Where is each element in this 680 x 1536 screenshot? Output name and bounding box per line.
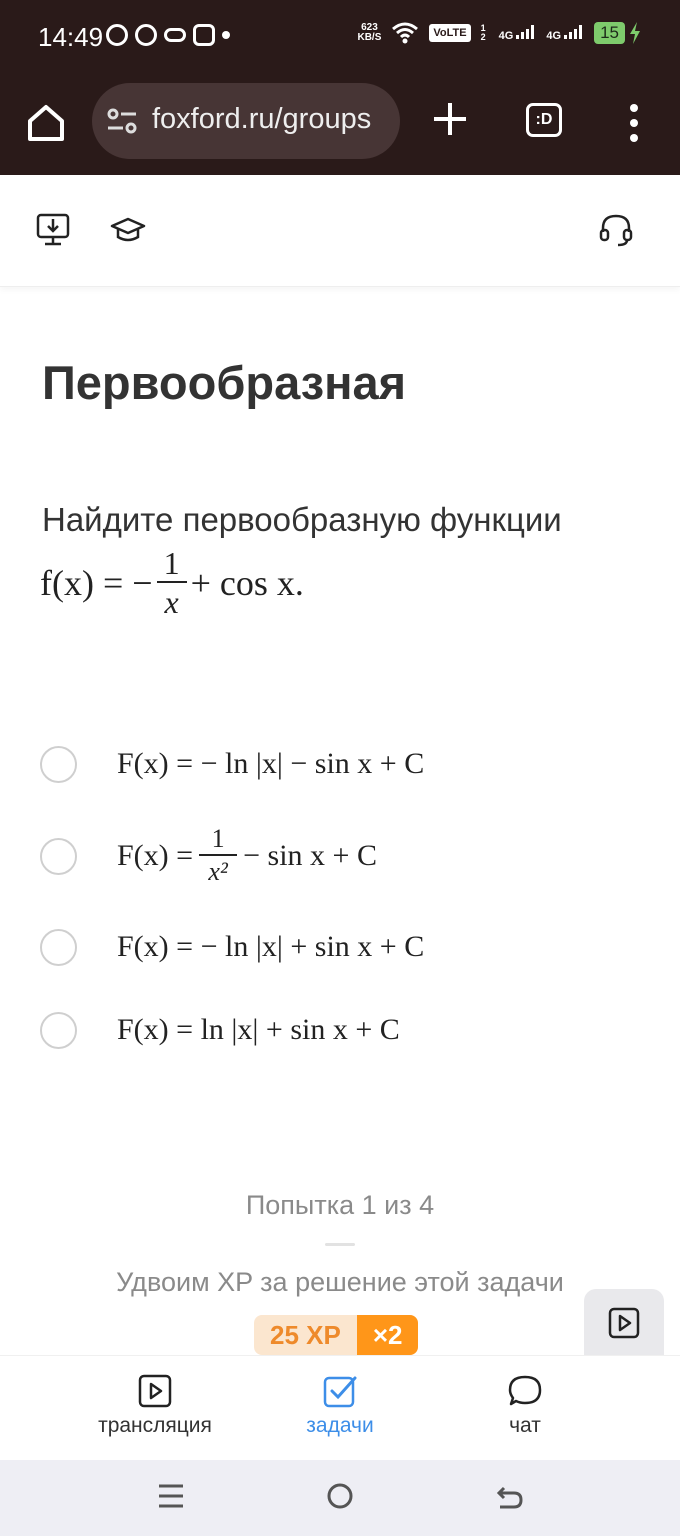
home-icon[interactable] (24, 101, 68, 145)
attempt-counter: Попытка 1 из 4 (245, 1190, 435, 1220)
answer-option-4[interactable]: F(x) = ln |x| + sin x + C (40, 1000, 640, 1060)
download-monitor-icon[interactable] (35, 212, 71, 248)
radio-button[interactable] (40, 928, 77, 966)
site-settings-icon[interactable] (106, 107, 138, 135)
answer-formula: F(x) = 1 x² − sin x + C (117, 824, 377, 888)
whatsapp-icon (106, 24, 128, 46)
nav-label: задачи (306, 1414, 374, 1437)
check-square-icon (323, 1376, 357, 1408)
xp-value: 25 XP (254, 1315, 357, 1355)
formula-fraction: 1 x (156, 545, 187, 621)
nav-label: чат (509, 1414, 541, 1437)
recent-apps-icon[interactable] (157, 1482, 185, 1510)
xp-bonus-text: Удвоим XP за решение этой задачи (116, 1267, 564, 1297)
app-notification-icon (193, 24, 215, 46)
xp-badge: 25 XP ×2 (254, 1315, 419, 1355)
radio-button[interactable] (40, 1011, 77, 1049)
signal-sim1-icon: 4G (499, 24, 537, 42)
answer-formula: F(x) = ln |x| + sin x + C (117, 1013, 400, 1046)
graduation-cap-icon[interactable] (110, 212, 146, 248)
question-text: Найдите первообразную функции (42, 501, 562, 538)
page-title: Первообразная (42, 356, 407, 409)
tab-switcher-button[interactable]: :D (526, 103, 562, 137)
system-navigation-bar (0, 1460, 680, 1536)
battery-icon: 15 (594, 22, 642, 44)
wifi-icon (392, 22, 419, 44)
chat-bubble-icon (508, 1375, 542, 1406)
address-bar[interactable]: foxford.ru/groups (92, 83, 400, 159)
net-speed: 623 KB/S (357, 22, 382, 43)
volte-badge: VoLTE (429, 24, 471, 42)
play-square-icon (138, 1374, 172, 1408)
status-icons: 623 KB/S VoLTE 1 2 4G 4G 15 (357, 22, 642, 44)
drag-handle[interactable] (325, 1243, 355, 1246)
back-icon[interactable] (496, 1482, 524, 1510)
answer-formula: F(x) = − ln |x| + sin x + C (117, 930, 425, 963)
charging-bolt-icon (630, 22, 640, 44)
url-text: foxford.ru/groups (152, 103, 372, 135)
nav-label: трансляция (98, 1414, 212, 1437)
home-circle-icon[interactable] (326, 1482, 354, 1510)
nav-item-broadcast[interactable]: трансляция (75, 1374, 235, 1438)
play-square-icon (608, 1307, 640, 1339)
notification-icons (106, 24, 230, 46)
answer-option-3[interactable]: F(x) = − ln |x| + sin x + C (40, 917, 640, 977)
app-notification-icon (135, 24, 157, 46)
nav-item-tasks[interactable]: задачи (260, 1374, 420, 1438)
signal-bars-icon (516, 24, 535, 39)
answer-option-2[interactable]: F(x) = 1 x² − sin x + C (40, 821, 640, 891)
signal-bars-icon (564, 24, 583, 39)
nav-item-chat[interactable]: чат (445, 1374, 605, 1438)
radio-button[interactable] (40, 837, 77, 875)
new-tab-icon[interactable] (430, 99, 470, 139)
formula-fraction: 1 x² (199, 824, 238, 888)
question-formula: f(x) = − 1 x + cos x. (40, 545, 304, 621)
app-notification-icon (164, 28, 186, 42)
task-content: Первообразная Найдите первообразную функ… (0, 295, 680, 1359)
answer-option-1[interactable]: F(x) = − ln |x| − sin x + C (40, 734, 640, 794)
bottom-navigation: трансляция задачи чат (0, 1355, 680, 1460)
browser-toolbar: foxford.ru/groups :D (0, 75, 680, 175)
status-time: 14:49 (38, 22, 104, 52)
xp-multiplier: ×2 (356, 1315, 419, 1355)
radio-button[interactable] (40, 745, 77, 783)
site-header (0, 177, 680, 287)
video-float-button[interactable] (584, 1289, 664, 1359)
signal-sim2-icon: 4G (546, 24, 584, 42)
status-bar: 14:49 623 KB/S VoLTE 1 2 4G 4G 15 (0, 0, 680, 75)
more-notifications-dot (222, 31, 230, 39)
answer-formula: F(x) = − ln |x| − sin x + C (117, 747, 425, 780)
headset-support-icon[interactable] (598, 212, 634, 248)
more-vert-icon[interactable] (624, 103, 644, 143)
sim-index: 1 2 (480, 23, 486, 42)
